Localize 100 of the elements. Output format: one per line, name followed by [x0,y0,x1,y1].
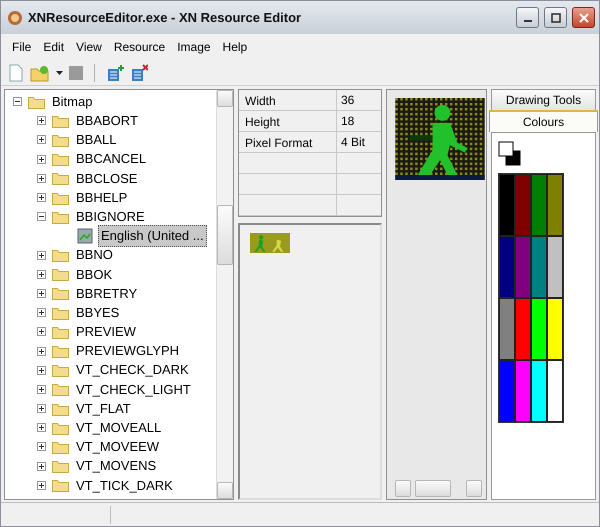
folder-icon [52,402,69,416]
expand-icon[interactable] [37,250,46,260]
expand-icon[interactable] [37,154,46,164]
folder-icon [52,324,69,339]
window-title: XNResourceEditor.exe - XN Resource Editor [28,8,302,27]
property-value: 4 Bit [341,135,366,149]
colour-swatch[interactable] [515,236,531,298]
folder-icon [52,478,69,492]
folder-icon [52,344,69,358]
expand-icon[interactable] [37,462,46,471]
tree-item[interactable]: BBNO [74,245,115,265]
folder-icon [52,171,69,186]
property-value: 36 [341,93,354,107]
tree-item[interactable]: VT_TICK_DARK [74,476,175,496]
colour-swatch[interactable] [499,174,515,236]
tree-item[interactable]: English (United ... [98,225,207,247]
horizontal-scrollbar[interactable] [395,480,482,497]
tree-item[interactable]: BBOK [74,264,114,284]
menu-item[interactable]: View [71,36,107,58]
folder-icon [52,382,69,396]
menu-item[interactable]: Help [218,36,252,58]
add-resource-icon[interactable] [105,62,125,82]
expand-icon[interactable] [37,442,46,452]
maximize-icon [550,12,560,22]
delete-resource-icon[interactable] [129,62,149,82]
vertical-scrollbar[interactable] [216,90,233,499]
minimize-icon [524,20,532,22]
expand-icon[interactable] [37,308,46,318]
property-name: Height [245,115,280,129]
expand-icon[interactable] [37,174,46,183]
expand-icon[interactable] [37,346,46,356]
colour-swatch[interactable] [531,236,547,298]
tree-item[interactable]: VT_MOVENS [74,456,158,476]
expand-icon[interactable] [37,327,46,336]
folder-icon [52,459,69,474]
tree-item[interactable]: BBALL [74,130,118,150]
menu-item[interactable]: Edit [38,36,70,58]
maximize-button[interactable] [544,7,567,28]
foreground-colour-swatch[interactable] [498,142,514,156]
colour-swatch[interactable] [515,360,531,422]
tree-item[interactable]: BBABORT [74,111,140,131]
menu-item[interactable]: Resource [108,36,170,58]
colour-swatch[interactable] [547,360,563,422]
folder-icon [52,152,69,166]
tree-item[interactable]: PREVIEWGLYPH [74,341,182,361]
property-name: Width [245,94,276,108]
tree-item[interactable]: VT_FLAT [74,398,133,418]
bitmap-thumbnail-drawing [250,233,290,253]
folder-icon [52,190,69,205]
tree-item[interactable]: BBCLOSE [74,168,140,188]
folder-icon [28,94,45,109]
menu-item[interactable]: File [7,36,36,58]
colour-swatch[interactable] [515,174,531,236]
tree-item[interactable]: BBIGNORE [74,206,147,226]
tree-item[interactable]: VT_CHECK_LIGHT [74,380,193,400]
folder-icon [52,132,69,147]
expand-icon[interactable] [37,404,46,414]
colour-swatch[interactable] [547,174,563,236]
tree-item[interactable]: BBCANCEL [74,149,148,169]
tree-item[interactable]: BBHELP [74,188,130,208]
expand-icon[interactable] [37,270,46,279]
expand-icon[interactable] [37,366,46,375]
caret-icon[interactable] [55,70,64,76]
expand-icon[interactable] [37,116,46,126]
collapse-icon[interactable] [13,97,22,106]
tab[interactable]: Colours [489,110,598,132]
expand-icon[interactable] [37,288,46,298]
colour-swatch[interactable] [499,236,515,298]
app-icon [7,10,23,26]
colour-swatch[interactable] [547,298,563,360]
folder-icon [52,248,69,262]
folder-icon [52,420,69,435]
tree-item[interactable]: BBYES [74,302,122,322]
expand-icon[interactable] [37,193,46,202]
close-button[interactable] [572,7,595,28]
expand-icon[interactable] [37,423,46,432]
tab[interactable]: Drawing Tools [491,89,596,110]
collapse-icon[interactable] [37,212,46,222]
tree-item[interactable]: VT_MOVEEW [74,437,162,457]
tree-item[interactable]: VT_CHECK_DARK [74,360,191,380]
property-name: Pixel Format [245,136,312,150]
folder-icon [52,114,69,128]
tree-item[interactable]: Bitmap [50,92,94,112]
colour-swatch[interactable] [499,298,515,360]
close-icon [578,12,588,22]
tree-item[interactable]: BBRETRY [74,284,140,304]
expand-icon[interactable] [37,480,46,490]
colour-swatch[interactable] [499,360,515,422]
expand-icon[interactable] [37,384,46,394]
colour-swatch[interactable] [515,298,531,360]
tree-item[interactable]: PREVIEW [74,322,138,342]
expand-icon[interactable] [37,135,46,144]
minimize-button[interactable] [516,7,539,28]
tree-item[interactable]: VT_MOVEALL [74,418,164,438]
colour-swatch[interactable] [531,360,547,422]
folder-icon [52,440,69,454]
colour-swatch[interactable] [547,236,563,298]
colour-swatch[interactable] [531,174,547,236]
colour-swatch[interactable] [531,298,547,360]
menu-item[interactable]: Image [172,36,216,58]
